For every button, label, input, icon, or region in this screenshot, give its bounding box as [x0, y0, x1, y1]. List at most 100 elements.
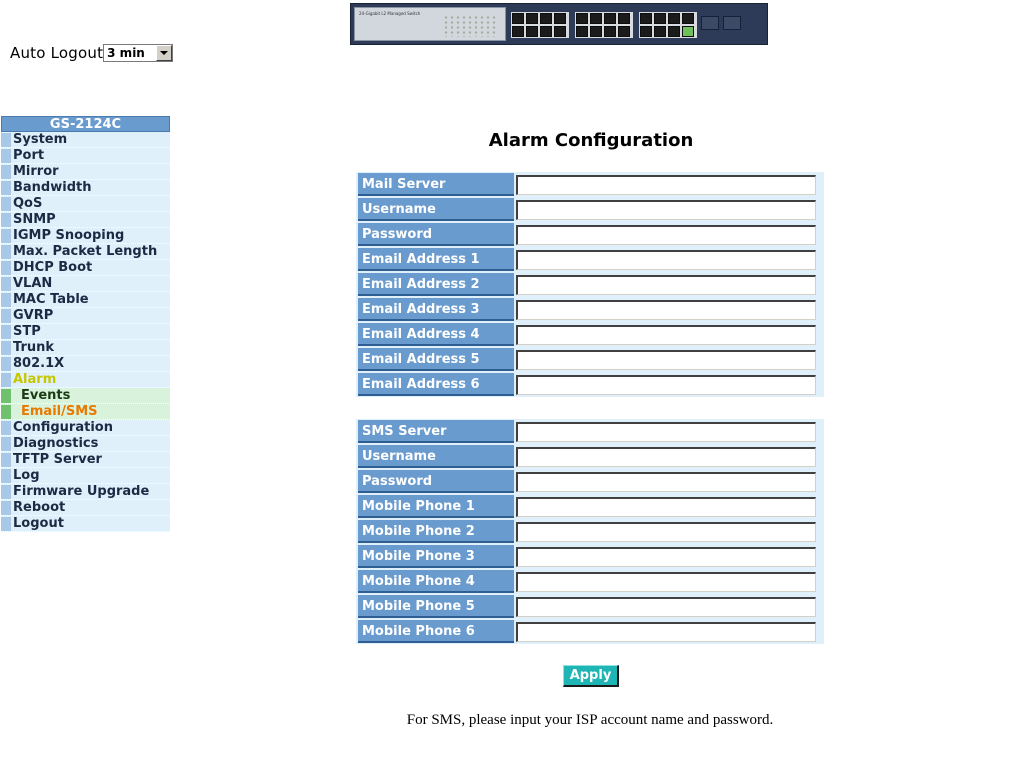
mobile-phone-4-input[interactable] [516, 571, 816, 592]
mobile-phone-2-label: Mobile Phone 2 [358, 520, 514, 543]
chevron-down-icon[interactable] [156, 45, 173, 61]
email-address-3-label: Email Address 3 [358, 298, 514, 321]
sms-settings-table: SMS Server Username Password Mobile Phon… [356, 419, 824, 644]
menu-bullet-icon [1, 292, 11, 307]
mobile-phone-6-input[interactable] [516, 621, 816, 642]
sfp-port-1 [701, 16, 719, 30]
sidebar-item-bandwidth[interactable]: Bandwidth [1, 180, 170, 196]
menu-bullet-icon [1, 468, 11, 483]
sidebar-item-max-packet-length[interactable]: Max. Packet Length [1, 244, 170, 260]
email-address-2-input[interactable] [516, 274, 816, 295]
form-row-mobile-phone-3: Mobile Phone 3 [356, 544, 824, 569]
form-row-mail-password: Password [356, 222, 824, 247]
mail-password-input[interactable] [516, 224, 816, 245]
sms-password-label: Password [358, 470, 514, 493]
sidebar-item-gvrp[interactable]: GVRP [1, 308, 170, 324]
form-row-mobile-phone-5: Mobile Phone 5 [356, 594, 824, 619]
menu-bullet-icon [1, 260, 11, 275]
sidebar-item-tftp-server[interactable]: TFTP Server [1, 452, 170, 468]
mobile-phone-3-input[interactable] [516, 546, 816, 567]
sms-username-input[interactable] [516, 446, 816, 467]
form-row-sms-username: Username [356, 444, 824, 469]
form-row-mail-username: Username [356, 197, 824, 222]
mobile-phone-5-input[interactable] [516, 596, 816, 617]
sidebar-header: GS-2124C [1, 116, 170, 132]
form-row-email-address-6: Email Address 6 [356, 372, 824, 397]
email-address-4-label: Email Address 4 [358, 323, 514, 346]
apply-button[interactable]: Apply [563, 665, 619, 687]
switch-front-panel-image: 24-Gigabit L2 Managed Switch [350, 3, 768, 45]
form-row-email-address-5: Email Address 5 [356, 347, 824, 372]
mail-username-input[interactable] [516, 199, 816, 220]
email-address-4-input[interactable] [516, 324, 816, 345]
sidebar-item-port[interactable]: Port [1, 148, 170, 164]
auto-logout-select[interactable]: 3 min [103, 44, 174, 62]
menu-bullet-icon [1, 148, 11, 163]
form-row-mobile-phone-1: Mobile Phone 1 [356, 494, 824, 519]
menu-bullet-icon [1, 500, 11, 515]
form-row-email-address-4: Email Address 4 [356, 322, 824, 347]
menu-bullet-icon [1, 372, 11, 387]
menu-bullet-icon [1, 228, 11, 243]
menu-bullet-icon [1, 516, 11, 531]
mail-settings-table: Mail Server Username Password Email Addr… [356, 172, 824, 397]
sidebar-item-igmp-snooping[interactable]: IGMP Snooping [1, 228, 170, 244]
sidebar-item-vlan[interactable]: VLAN [1, 276, 170, 292]
form-row-sms-password: Password [356, 469, 824, 494]
email-address-5-input[interactable] [516, 349, 816, 370]
menu-bullet-icon [1, 324, 11, 339]
sidebar-subitem-events[interactable]: Events [1, 388, 170, 404]
email-address-6-label: Email Address 6 [358, 373, 514, 396]
menu-bullet-icon [1, 484, 11, 499]
sidebar-item-dhcp-boot[interactable]: DHCP Boot [1, 260, 170, 276]
menu-bullet-icon [1, 180, 11, 195]
form-row-email-address-1: Email Address 1 [356, 247, 824, 272]
mail-password-label: Password [358, 223, 514, 246]
switch-label-plate: 24-Gigabit L2 Managed Switch [354, 7, 506, 41]
sidebar-item-snmp[interactable]: SNMP [1, 212, 170, 228]
sidebar-item-diagnostics[interactable]: Diagnostics [1, 436, 170, 452]
form-row-sms-server: SMS Server [356, 419, 824, 444]
email-address-5-label: Email Address 5 [358, 348, 514, 371]
form-row-mobile-phone-4: Mobile Phone 4 [356, 569, 824, 594]
menu-bullet-icon [1, 356, 11, 371]
sidebar-item-log[interactable]: Log [1, 468, 170, 484]
form-row-email-address-3: Email Address 3 [356, 297, 824, 322]
mobile-phone-1-label: Mobile Phone 1 [358, 495, 514, 518]
led-grid [443, 15, 499, 37]
sidebar-item-reboot[interactable]: Reboot [1, 500, 170, 516]
page-title: Alarm Configuration [488, 130, 694, 151]
sidebar-item-alarm[interactable]: Alarm [1, 372, 170, 388]
auto-logout: Auto Logout 3 min [10, 44, 174, 62]
sidebar-item-trunk[interactable]: Trunk [1, 340, 170, 356]
email-address-2-label: Email Address 2 [358, 273, 514, 296]
mail-username-label: Username [358, 198, 514, 221]
mobile-phone-3-label: Mobile Phone 3 [358, 545, 514, 568]
sidebar-item-mac-table[interactable]: MAC Table [1, 292, 170, 308]
sidebar-item-firmware-upgrade[interactable]: Firmware Upgrade [1, 484, 170, 500]
sms-server-input[interactable] [516, 421, 816, 442]
auto-logout-label: Auto Logout [10, 44, 104, 62]
sidebar-item-logout[interactable]: Logout [1, 516, 170, 532]
form-row-email-address-2: Email Address 2 [356, 272, 824, 297]
mobile-phone-2-input[interactable] [516, 521, 816, 542]
mobile-phone-1-input[interactable] [516, 496, 816, 517]
sidebar-item-stp[interactable]: STP [1, 324, 170, 340]
menu-bullet-icon [1, 276, 11, 291]
sidebar-item-configuration[interactable]: Configuration [1, 420, 170, 436]
menu-bullet-icon [1, 212, 11, 227]
sms-password-input[interactable] [516, 471, 816, 492]
switch-model-text: 24-Gigabit L2 Managed Switch [359, 11, 421, 16]
sidebar-item-8021x[interactable]: 802.1X [1, 356, 170, 372]
menu-bullet-icon [1, 132, 11, 147]
sidebar-item-system[interactable]: System [1, 132, 170, 148]
sidebar-item-mirror[interactable]: Mirror [1, 164, 170, 180]
sidebar-item-qos[interactable]: QoS [1, 196, 170, 212]
menu-bullet-icon [1, 452, 11, 467]
sidebar-menu: GS-2124C System Port Mirror Bandwidth Qo… [1, 116, 170, 532]
email-address-1-input[interactable] [516, 249, 816, 270]
sidebar-subitem-email-sms[interactable]: Email/SMS [1, 404, 170, 420]
email-address-3-input[interactable] [516, 299, 816, 320]
email-address-6-input[interactable] [516, 374, 816, 395]
mail-server-input[interactable] [516, 174, 816, 195]
